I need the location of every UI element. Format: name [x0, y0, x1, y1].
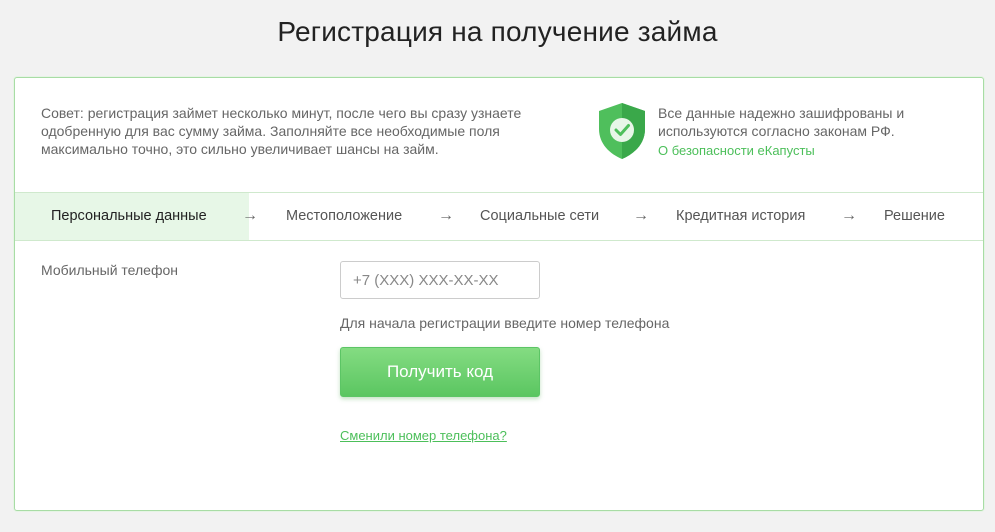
- step-arrow-icon: →: [841, 207, 857, 224]
- step-arrow-icon: →: [242, 207, 258, 224]
- tip-text: Совет: регистрация займет несколько мину…: [41, 105, 522, 157]
- security-notice: Все данные надежно зашифрованы и использ…: [597, 102, 957, 162]
- step-decision: Решение: [884, 208, 945, 224]
- step-location: Местоположение: [286, 208, 403, 224]
- registration-steps: Персональные данные → Местоположение → С…: [15, 192, 983, 241]
- step-personal-data: Персональные данные: [15, 193, 249, 240]
- phone-input[interactable]: [340, 261, 540, 299]
- security-text: Все данные надежно зашифрованы и использ…: [658, 105, 905, 139]
- get-code-button[interactable]: Получить код: [340, 347, 540, 397]
- changed-phone-link[interactable]: Сменили номер телефона?: [340, 427, 507, 445]
- security-info-link[interactable]: О безопасности еКапусты: [658, 142, 815, 160]
- shield-check-icon: [599, 103, 645, 159]
- registration-card: Совет: регистрация займет несколько мину…: [14, 77, 984, 511]
- step-arrow-icon: →: [438, 207, 454, 224]
- step-social-networks: Социальные сети: [480, 208, 600, 224]
- step-arrow-icon: →: [633, 207, 649, 224]
- phone-label: Мобильный телефон: [41, 262, 178, 278]
- step-credit-history: Кредитная история: [676, 208, 806, 224]
- phone-hint: Для начала регистрации введите номер тел…: [340, 315, 670, 331]
- page-title: Регистрация на получение займа: [277, 16, 718, 47]
